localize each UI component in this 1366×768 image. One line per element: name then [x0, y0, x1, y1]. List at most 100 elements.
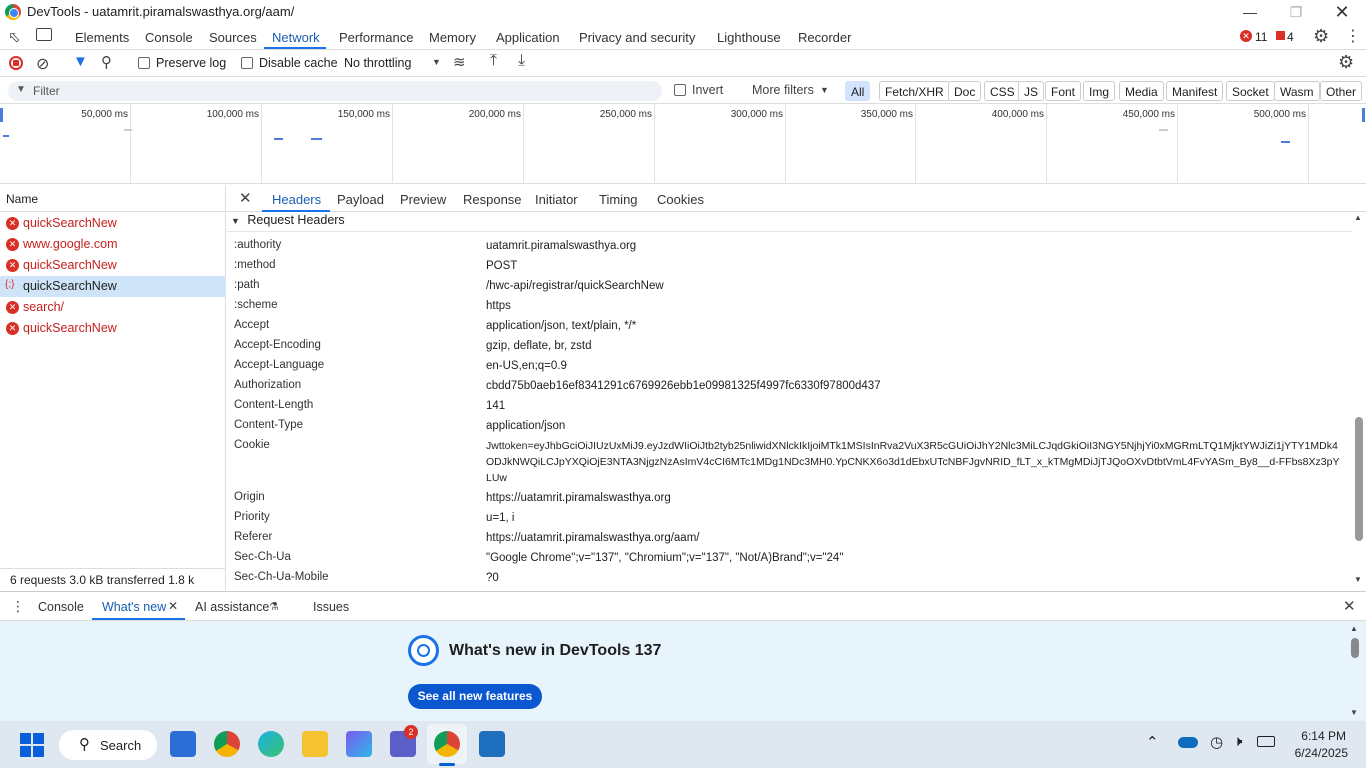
name-column-header[interactable]: Name [0, 185, 226, 212]
request-headers-section[interactable]: ▼ Request Headers [227, 212, 1352, 232]
chip-img[interactable]: Img [1083, 81, 1116, 101]
minimize-button[interactable]: — [1235, 2, 1265, 22]
scroll-up-icon[interactable]: ▲ [1350, 624, 1358, 633]
inspect-element-icon[interactable]: ⬁ [8, 28, 21, 46]
maximize-button[interactable]: ❐ [1281, 2, 1311, 22]
tab-privacy-security[interactable]: Privacy and security [579, 30, 695, 45]
request-row[interactable]: ✕ quickSearchNew [0, 255, 226, 276]
drawer-menu-icon[interactable]: ⋮ [11, 598, 25, 615]
scrollbar-thumb[interactable] [1355, 417, 1363, 541]
request-row-selected[interactable]: {;} quickSearchNew [0, 276, 226, 297]
edge-app-icon[interactable] [258, 731, 284, 757]
chevron-down-icon[interactable]: ▼ [820, 85, 829, 95]
preserve-log-checkbox[interactable] [138, 57, 150, 69]
drawer-tab-console[interactable]: Console [38, 600, 84, 614]
tab-initiator[interactable]: Initiator [535, 192, 578, 207]
network-conditions-icon[interactable]: ≋ [453, 53, 466, 71]
search-icon[interactable]: ⚲ [101, 53, 112, 71]
throttling-select[interactable]: No throttling [344, 56, 411, 70]
request-row[interactable]: ✕ quickSearchNew [0, 213, 226, 234]
filter-funnel-icon[interactable]: ▼ [73, 53, 88, 70]
disable-cache-checkbox[interactable] [241, 57, 253, 69]
clear-icon[interactable]: ⊘ [36, 54, 49, 74]
tab-memory[interactable]: Memory [429, 30, 476, 45]
tab-timing[interactable]: Timing [599, 192, 638, 207]
more-menu-icon[interactable]: ⋮ [1345, 26, 1361, 46]
scrollbar-thumb[interactable] [1351, 638, 1359, 658]
tab-performance[interactable]: Performance [339, 30, 413, 45]
record-stop-icon[interactable] [9, 56, 23, 70]
scroll-down-icon[interactable]: ▼ [1354, 575, 1362, 584]
volume-icon[interactable]: 🕨 [1233, 733, 1242, 750]
chip-fetch-xhr[interactable]: Fetch/XHR [879, 81, 950, 101]
tab-elements[interactable]: Elements [75, 30, 129, 45]
wifi-icon[interactable]: ◷ [1210, 733, 1223, 751]
chip-other[interactable]: Other [1320, 81, 1363, 101]
tab-payload[interactable]: Payload [337, 192, 384, 207]
tab-recorder[interactable]: Recorder [798, 30, 851, 45]
see-all-features-button[interactable]: See all new features [408, 684, 542, 709]
battery-icon[interactable] [1257, 736, 1275, 747]
chip-css[interactable]: CSS [984, 81, 1021, 101]
request-row[interactable]: ✕ search/ [0, 297, 226, 318]
scroll-down-icon[interactable]: ▼ [1350, 708, 1358, 717]
timeline-left-handle[interactable] [0, 108, 3, 122]
drawer-tab-issues[interactable]: Issues [313, 600, 349, 614]
close-drawer-icon[interactable]: ✕ [1343, 597, 1356, 615]
scroll-up-icon[interactable]: ▲ [1354, 213, 1362, 222]
notepad-app-icon[interactable] [479, 731, 505, 757]
widgets-app-icon[interactable] [170, 731, 196, 757]
taskbar-date[interactable]: 6/24/2025 [1286, 746, 1348, 760]
chip-font[interactable]: Font [1045, 81, 1082, 101]
drawer-tab-ai-assistance[interactable]: AI assistance [195, 600, 269, 614]
file-explorer-icon[interactable] [302, 731, 328, 757]
tab-application[interactable]: Application [496, 30, 560, 45]
show-hidden-icons-chevron-icon[interactable]: ⌃ [1146, 733, 1159, 751]
timeline-right-handle[interactable] [1362, 108, 1365, 122]
drawer-tab-whats-new[interactable]: What's new [102, 600, 166, 614]
windows-start-icon[interactable] [20, 733, 44, 757]
settings-gear-icon[interactable]: ⚙ [1313, 26, 1329, 47]
chip-media[interactable]: Media [1119, 81, 1164, 101]
teams-app-icon[interactable]: 2 [390, 725, 418, 757]
chrome-active-app-icon[interactable] [434, 731, 460, 757]
chip-manifest[interactable]: Manifest [1166, 81, 1224, 101]
tab-sources[interactable]: Sources [209, 30, 257, 45]
chip-socket[interactable]: Socket [1226, 81, 1275, 101]
tab-cookies[interactable]: Cookies [657, 192, 704, 207]
chip-js[interactable]: JS [1018, 81, 1045, 101]
request-row[interactable]: ✕ www.google.com [0, 234, 226, 255]
tab-preview[interactable]: Preview [400, 192, 446, 207]
chrome-app-icon[interactable] [214, 731, 240, 757]
tab-response[interactable]: Response [463, 192, 522, 207]
more-filters-dropdown[interactable]: More filters [752, 83, 814, 97]
download-har-icon[interactable]: ⤓ [518, 52, 525, 70]
error-badge-icon[interactable]: ✕ [1240, 30, 1252, 42]
filter-input[interactable]: ▼ Filter [8, 81, 662, 101]
taskbar-time[interactable]: 6:14 PM [1296, 729, 1346, 743]
invert-checkbox[interactable] [674, 84, 686, 96]
tab-console[interactable]: Console [145, 30, 193, 45]
chip-doc[interactable]: Doc [948, 81, 982, 101]
device-toolbar-icon[interactable] [36, 28, 52, 41]
close-tab-icon[interactable]: ✕ [168, 599, 178, 613]
warning-badge-icon[interactable] [1276, 31, 1285, 40]
tab-network[interactable]: Network [272, 30, 320, 45]
network-settings-gear-icon[interactable]: ⚙ [1338, 52, 1354, 73]
expand-triangle-icon[interactable]: ▼ [231, 216, 240, 226]
m365-app-icon[interactable] [346, 731, 372, 757]
chevron-down-icon[interactable]: ▼ [432, 57, 441, 67]
upload-har-icon[interactable]: ⤒ [490, 52, 497, 70]
onedrive-cloud-icon[interactable] [1178, 737, 1198, 748]
close-window-button[interactable]: ✕ [1327, 2, 1357, 22]
request-row[interactable]: ✕ quickSearchNew [0, 318, 226, 339]
chip-wasm[interactable]: Wasm [1274, 81, 1320, 101]
taskbar-search-box[interactable]: ⚲ Search [59, 730, 157, 760]
tab-lighthouse[interactable]: Lighthouse [717, 30, 781, 45]
drawer-scrollbar[interactable]: ▲ ▼ [1350, 624, 1360, 719]
detail-scrollbar[interactable]: ▲ ▼ [1354, 213, 1364, 587]
chip-all[interactable]: All [845, 81, 871, 101]
tab-headers[interactable]: Headers [272, 192, 321, 207]
timeline-overview[interactable]: 50,000 ms 100,000 ms 150,000 ms 200,000 … [0, 104, 1366, 184]
close-detail-icon[interactable]: ✕ [239, 189, 252, 207]
